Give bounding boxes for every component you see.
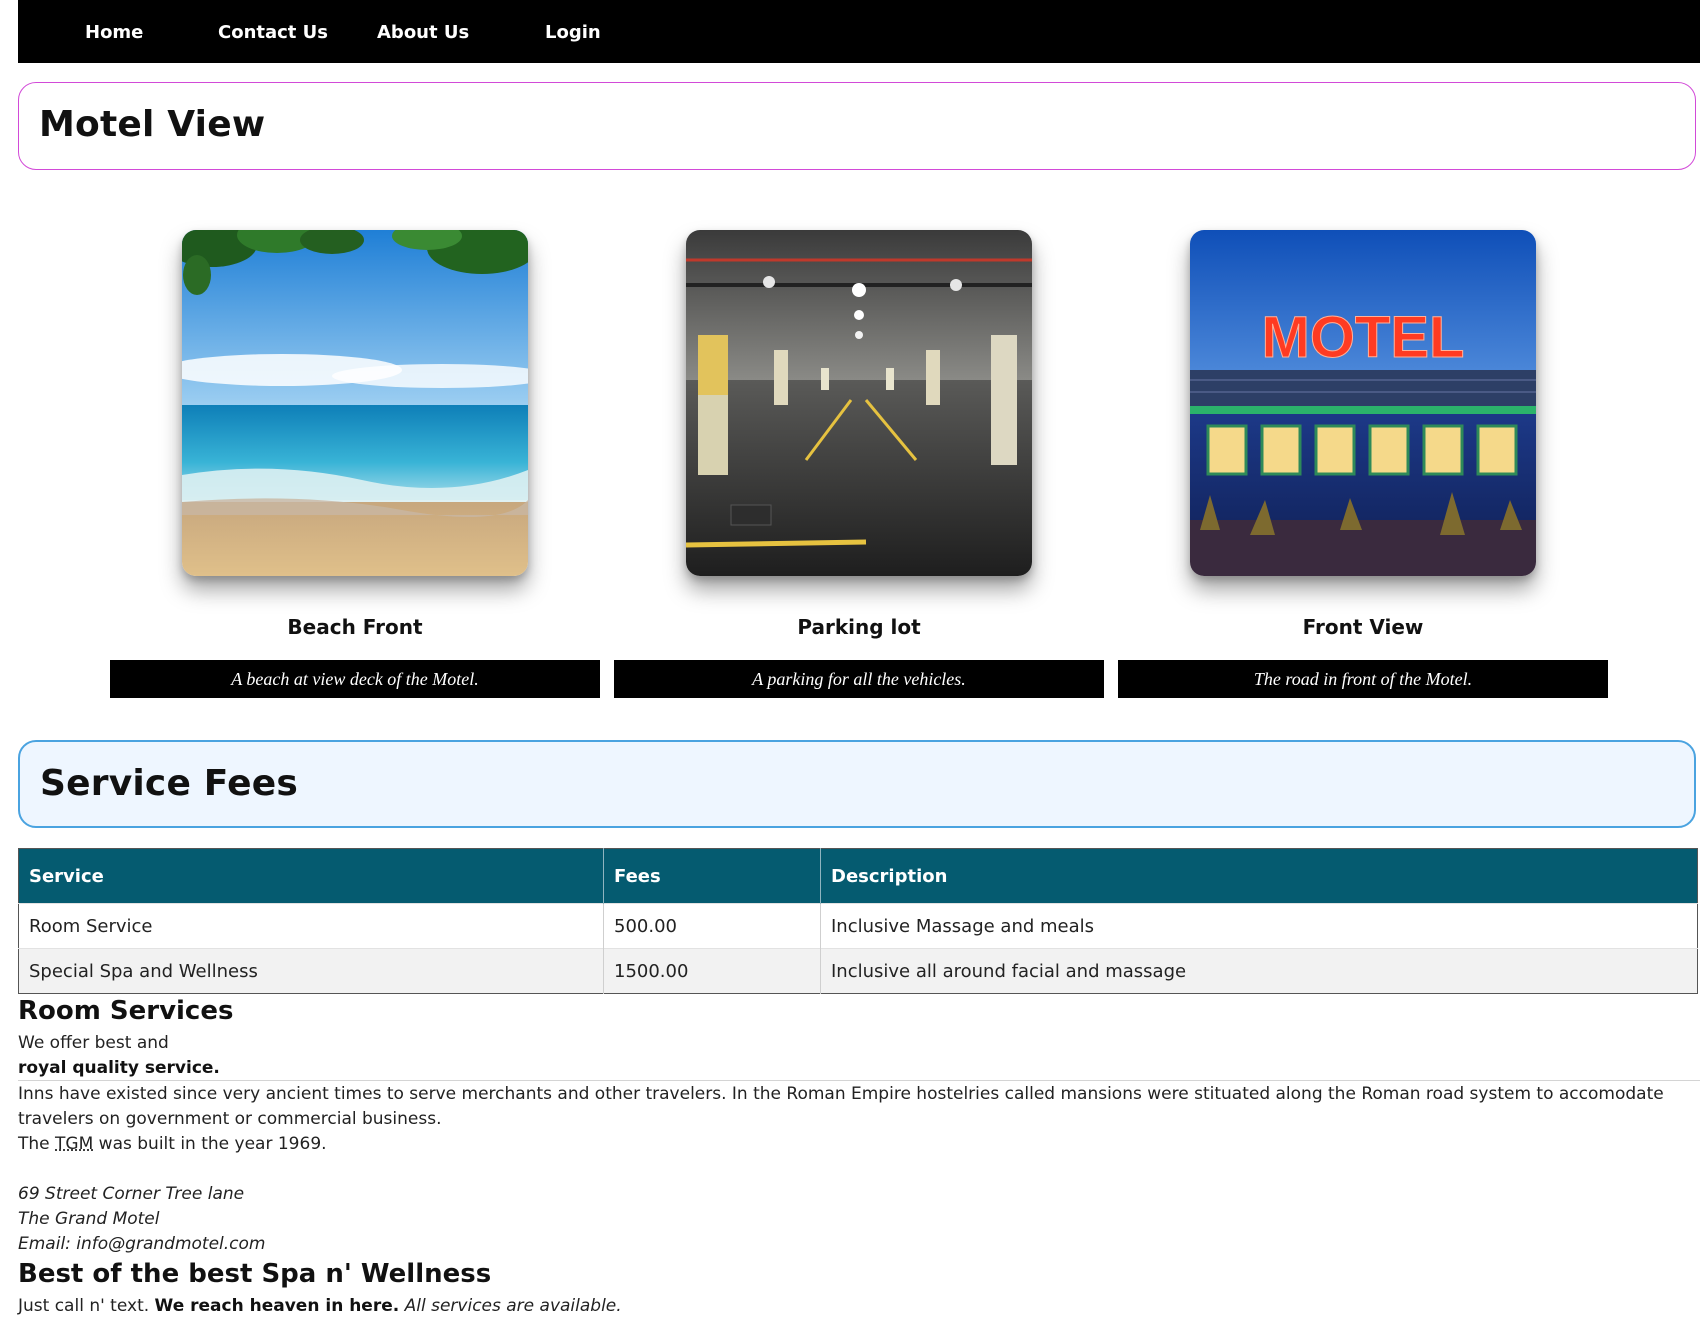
spa-bold-text: We reach heaven in here. [154,1296,400,1316]
table-cell: Room Service [18,903,604,949]
email-line: Email: info@grandmotel.com [18,1234,266,1254]
top-navbar: Home Contact Us About Us Login [18,0,1700,63]
motel-front-photo: MOTEL [1190,230,1536,576]
built-suffix: was built in the year 1969. [98,1134,327,1154]
service-fees-header: Service Fees [18,740,1696,828]
card-caption: The road in front of the Motel. [1118,660,1608,698]
spa-tagline: Just call n' text. We reach heaven in he… [18,1294,622,1319]
beach-photo [182,230,528,576]
gallery-card-beach: Beach Front A beach at view deck of the … [110,230,600,698]
table-cell: Inclusive Massage and meals [820,903,1698,949]
table-row: Room Service 500.00 Inclusive Massage an… [18,903,1698,949]
motel-view-title: Motel View [39,104,266,145]
table-cell: 1500.00 [603,948,821,994]
column-header-service: Service [18,848,604,904]
spa-heading: Best of the best Spa n' Wellness [18,1259,492,1289]
card-caption: A beach at view deck of the Motel. [110,660,600,698]
card-title: Front View [1302,615,1424,639]
built-year-line: The TGM was built in the year 1969. [18,1132,327,1157]
spa-plain-text: Just call n' text. [18,1296,150,1316]
nav-login-link[interactable]: Login [545,0,601,63]
address-line: 69 Street Corner Tree lane [18,1184,245,1204]
table-cell: Special Spa and Wellness [18,948,604,994]
divider [18,1080,1700,1081]
table-header-row: Service Fees Description [18,848,1698,904]
address-line: The Grand Motel [18,1209,160,1229]
gallery-card-parking: Parking lot A parking for all the vehicl… [614,230,1104,698]
card-title: Beach Front [287,615,423,639]
room-services-highlight: royal quality service. [18,1058,220,1078]
tgm-abbreviation: TGM [55,1134,94,1154]
card-title: Parking lot [797,615,921,639]
spa-italic-text: All services are available. [404,1296,622,1316]
history-paragraph: Inns have existed since very ancient tim… [18,1084,1664,1129]
nav-contact-link[interactable]: Contact Us [218,0,328,63]
service-fees-table: Service Fees Description Room Service 50… [18,848,1698,994]
room-services-heading: Room Services [18,996,234,1026]
table-row: Special Spa and Wellness 1500.00 Inclusi… [18,948,1698,994]
nav-home-link[interactable]: Home [85,0,143,63]
motel-neon-sign: MOTEL [1262,305,1465,370]
card-caption: A parking for all the vehicles. [614,660,1104,698]
table-cell: 500.00 [603,903,821,949]
column-header-description: Description [820,848,1698,904]
motel-view-header: Motel View [18,82,1696,170]
parking-photo [686,230,1032,576]
room-services-intro: We offer best and [18,1033,169,1053]
gallery-card-front-view: MOTEL Front View The road in front of th… [1118,230,1608,698]
built-prefix: The [18,1134,50,1154]
column-header-fees: Fees [603,848,821,904]
table-cell: Inclusive all around facial and massage [820,948,1698,994]
nav-about-link[interactable]: About Us [377,0,469,63]
service-fees-title: Service Fees [40,763,298,804]
